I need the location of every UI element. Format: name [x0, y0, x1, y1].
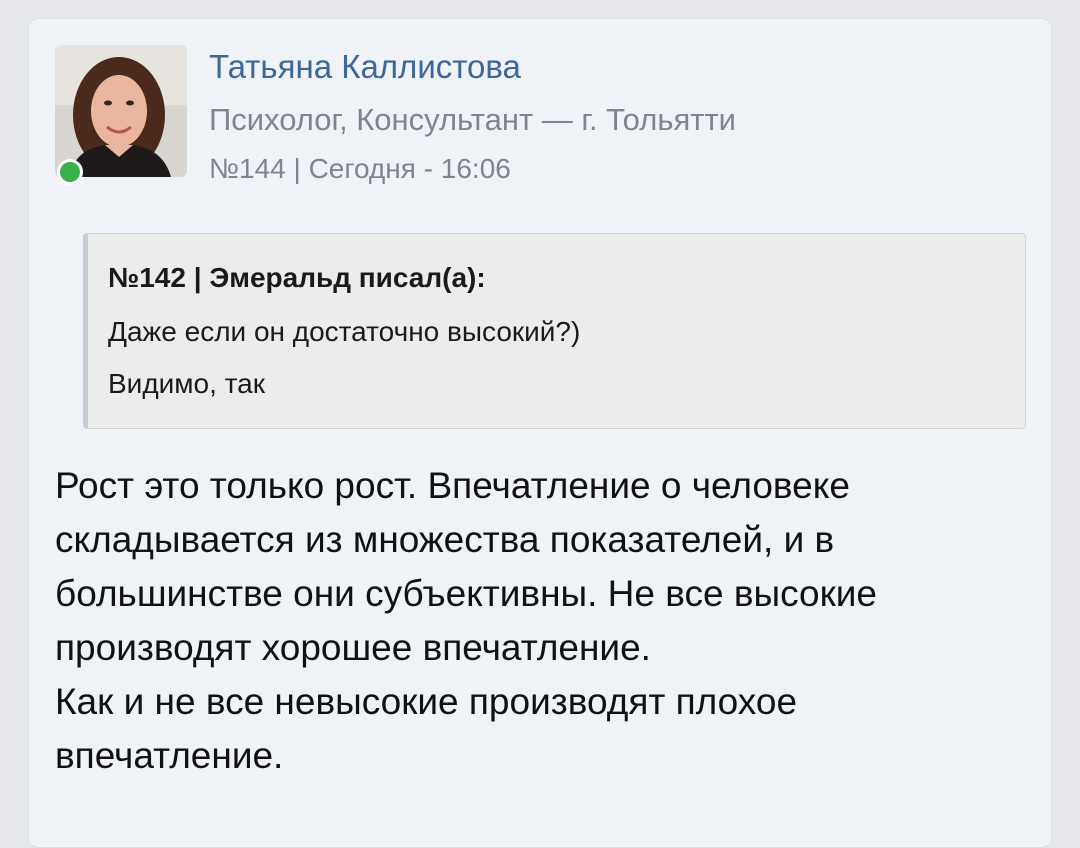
post-meta: №144 | Сегодня - 16:06	[209, 153, 511, 184]
post-body-paragraph: Рост это только рост. Впечатление о чело…	[55, 465, 878, 668]
avatar-photo	[55, 45, 187, 177]
author-avatar[interactable]	[55, 45, 187, 177]
quote-line: Видимо, так	[108, 368, 266, 399]
author-name-link[interactable]: Татьяна Каллистова	[209, 47, 521, 87]
forum-post-card: Татьяна Каллистова Психолог, Консультант…	[28, 18, 1052, 848]
post-body: Рост это только рост. Впечатление о чело…	[55, 459, 1035, 783]
quote-line: Даже если он достаточно высокий?)	[108, 316, 581, 347]
post-body-paragraph: Как и не все невысокие производят плохое…	[55, 681, 798, 776]
quote-header[interactable]: №142 | Эмеральд писал(а):	[108, 260, 486, 296]
quote-block: №142 | Эмеральд писал(а): Даже если он д…	[83, 233, 1026, 429]
online-status-indicator	[57, 159, 83, 185]
author-subtitle: Психолог, Консультант — г. Тольятти	[209, 102, 736, 137]
